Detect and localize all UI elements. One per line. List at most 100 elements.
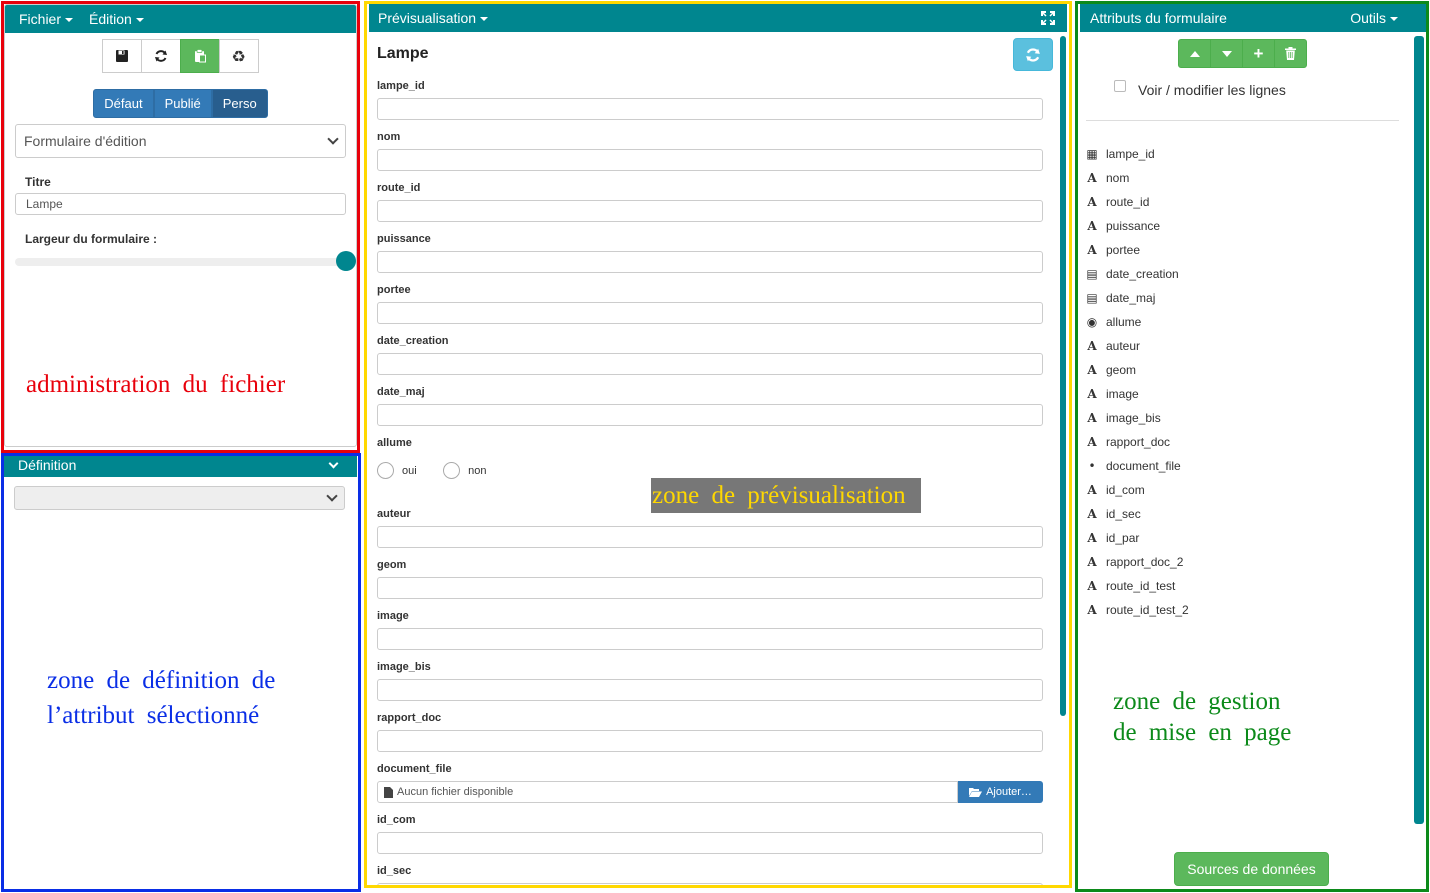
field-input[interactable]	[377, 149, 1043, 171]
field-label: date_creation	[377, 335, 449, 347]
field-label: lampe_id	[377, 80, 425, 92]
field-auteur: auteur	[377, 508, 1043, 548]
edit-menu[interactable]: Édition	[89, 11, 144, 27]
layout-zone-line2: de mise en page	[1113, 719, 1292, 746]
attribute-item-id-com[interactable]: Aid_com	[1086, 482, 1144, 498]
fullscreen-icon[interactable]	[1041, 11, 1055, 25]
attribute-item-geom[interactable]: Ageom	[1086, 362, 1136, 378]
attribute-name: document_file	[1106, 459, 1181, 473]
layout-zone-line1: zone de gestion	[1113, 688, 1281, 715]
attribute-name: route_id_test	[1106, 579, 1176, 593]
bullet-icon: •	[1088, 459, 1096, 473]
definition-panel: Définition zone de définition de l’attri…	[4, 453, 357, 889]
preview-menu[interactable]: Prévisualisation	[378, 10, 489, 26]
attribute-item-id-par[interactable]: Aid_par	[1086, 530, 1139, 546]
text-icon: A	[1087, 483, 1097, 497]
attribute-item-auteur[interactable]: Aauteur	[1086, 338, 1140, 354]
field-input[interactable]	[377, 526, 1043, 548]
add-file-button[interactable]: Ajouter…	[958, 781, 1043, 803]
file-display: Aucun fichier disponible	[377, 781, 958, 803]
field-id-com: id_com	[377, 814, 1043, 854]
field-input[interactable]	[377, 353, 1043, 375]
definition-zone-line1: zone de définition de	[47, 667, 276, 694]
text-icon: A	[1087, 555, 1097, 569]
attributes-scrollbar[interactable]	[1414, 36, 1424, 824]
field-image: image	[377, 610, 1043, 650]
attributes-header: Attributs du formulaire Outils	[1080, 4, 1426, 32]
attribute-definition-select[interactable]	[14, 486, 345, 510]
preview-refresh-button[interactable]	[1013, 38, 1053, 71]
move-up-button[interactable]	[1178, 39, 1211, 68]
radio-no[interactable]	[443, 462, 461, 480]
field-input[interactable]	[377, 832, 1043, 854]
save-button[interactable]	[101, 39, 142, 73]
floppy-icon	[115, 50, 128, 62]
attribute-name: date_maj	[1106, 291, 1156, 305]
title-input[interactable]: Lampe	[15, 193, 346, 215]
mode-default-button[interactable]: Défaut	[93, 89, 154, 118]
attribute-item-image-bis[interactable]: Aimage_bis	[1086, 410, 1160, 426]
field-label: id_sec	[377, 865, 412, 877]
attribute-item-lampe-id[interactable]: ▦ lampe_id	[1086, 146, 1154, 162]
field-input[interactable]	[377, 404, 1043, 426]
attribute-item-date-creation[interactable]: ▤ date_creation	[1086, 266, 1178, 282]
field-rapport-doc: rapport_doc	[377, 712, 1043, 752]
field-input[interactable]	[377, 577, 1043, 599]
field-input[interactable]	[377, 628, 1043, 650]
field-input[interactable]	[377, 200, 1043, 222]
radio-yes[interactable]	[377, 462, 394, 480]
attribute-item-puissance[interactable]: Apuissance	[1086, 218, 1160, 234]
field-label: nom	[377, 131, 401, 143]
form-type-select[interactable]: Formulaire d'édition	[15, 124, 346, 158]
attribute-item-route-id-test[interactable]: Aroute_id_test	[1086, 578, 1175, 594]
file-menu[interactable]: Fichier	[19, 11, 74, 27]
attribute-item-rapport-doc[interactable]: Arapport_doc	[1086, 434, 1170, 450]
view-edit-lines-checkbox[interactable]	[1114, 80, 1126, 92]
recycle-button[interactable]: ♻	[218, 39, 259, 73]
form-width-slider-thumb[interactable]	[336, 251, 356, 271]
preview-form: Lampe lampe_id nom route_id puissance po…	[369, 32, 1055, 886]
view-edit-lines-label: Voir / modifier les lignes	[1138, 82, 1286, 98]
paste-button[interactable]	[179, 39, 220, 73]
data-sources-button[interactable]: Sources de données	[1174, 852, 1329, 886]
attribute-item-date-maj[interactable]: ▤ date_maj	[1086, 290, 1155, 306]
attribute-item-allume[interactable]: ◉ allume	[1086, 314, 1142, 330]
attribute-item-portee[interactable]: Aportee	[1086, 242, 1140, 258]
add-attribute-button[interactable]: +	[1242, 39, 1275, 68]
form-attributes-panel: Attributs du formulaire Outils + Voir / …	[1080, 4, 1426, 888]
tools-menu[interactable]: Outils	[1350, 10, 1398, 26]
attribute-name: puissance	[1106, 219, 1161, 233]
field-input[interactable]	[377, 883, 1043, 886]
form-width-slider-track[interactable]	[15, 258, 345, 266]
field-input[interactable]	[377, 251, 1043, 273]
field-input[interactable]	[377, 98, 1043, 120]
attributes-title: Attributs du formulaire	[1090, 10, 1227, 26]
field-input[interactable]	[377, 679, 1043, 701]
text-icon: A	[1087, 603, 1097, 617]
preview-scrollbar[interactable]	[1060, 36, 1066, 716]
file-toolbar: ♻	[5, 39, 356, 73]
attribute-item-route-id[interactable]: Aroute_id	[1086, 194, 1149, 210]
field-label: image_bis	[377, 661, 431, 673]
attribute-item-route-id-test-2[interactable]: Aroute_id_test_2	[1086, 602, 1188, 618]
attribute-item-nom[interactable]: Anom	[1086, 170, 1129, 186]
attribute-item-rapport-doc-2[interactable]: Arapport_doc_2	[1086, 554, 1183, 570]
text-icon: A	[1087, 243, 1097, 257]
field-image-bis: image_bis	[377, 661, 1043, 701]
attribute-name: id_sec	[1106, 507, 1141, 521]
reload-button[interactable]	[140, 39, 181, 73]
preview-header: Prévisualisation	[369, 4, 1067, 32]
move-down-button[interactable]	[1210, 39, 1243, 68]
mode-published-button[interactable]: Publié	[153, 89, 212, 118]
chevron-down-icon[interactable]	[328, 458, 339, 468]
field-input[interactable]	[377, 302, 1043, 324]
refresh-icon	[1026, 47, 1040, 62]
mode-custom-button[interactable]: Perso	[211, 89, 268, 118]
text-icon: A	[1087, 435, 1097, 449]
attribute-item-document-file[interactable]: • document_file	[1086, 458, 1181, 474]
delete-attribute-button[interactable]	[1274, 39, 1307, 68]
field-input[interactable]	[377, 730, 1043, 752]
attribute-item-image[interactable]: Aimage	[1086, 386, 1138, 402]
attribute-item-id-sec[interactable]: Aid_sec	[1086, 506, 1141, 522]
definition-zone-label: zone de définition de l’attribut sélecti…	[47, 663, 275, 733]
